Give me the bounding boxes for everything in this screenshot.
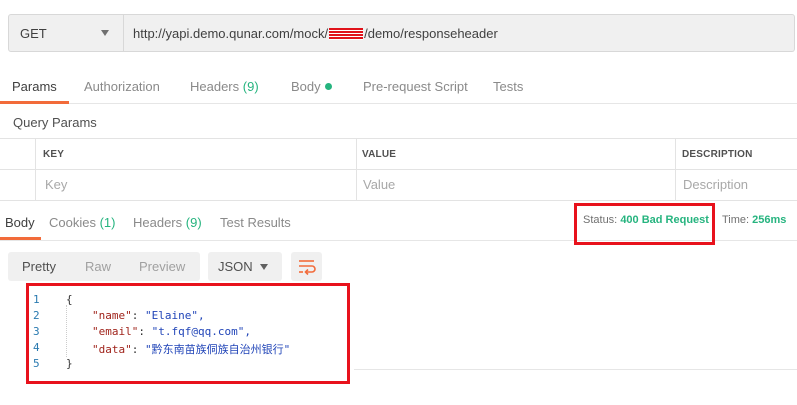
response-tab-cookies[interactable]: Cookies (1) (49, 215, 115, 230)
method-select[interactable]: GET (8, 14, 124, 52)
cookies-count: (1) (99, 215, 116, 230)
response-tab-headers-label: Headers (133, 215, 183, 230)
status-highlight-box (574, 203, 715, 245)
tab-headers-count: (9) (242, 79, 259, 94)
response-tab-test-results-label: Test Results (220, 215, 291, 230)
column-divider (675, 138, 676, 200)
url-input[interactable]: http://yapi.demo.qunar.com/mock/ /demo/re… (124, 14, 795, 52)
column-divider (356, 138, 357, 200)
params-table: KEY VALUE DESCRIPTION Key Value Descript… (0, 138, 797, 201)
active-tab-indicator (0, 101, 69, 104)
response-headers-count: (9) (185, 215, 202, 230)
chevron-down-icon (260, 264, 268, 270)
wrap-lines-button[interactable] (291, 252, 322, 281)
url-prefix: http://yapi.demo.qunar.com/mock/ (133, 25, 329, 41)
tab-tests[interactable]: Tests (493, 79, 523, 94)
table-row: Key Value Description (0, 170, 797, 201)
tab-headers-label: Headers (190, 79, 240, 94)
method-label: GET (20, 25, 47, 41)
tab-authorization[interactable]: Authorization (84, 79, 160, 94)
view-mode-group: Pretty Raw Preview (8, 252, 200, 281)
tab-headers[interactable]: Headers (9) (190, 79, 259, 94)
response-tab-test-results[interactable]: Test Results (220, 215, 291, 230)
tab-pre-request-label: Pre-request Script (363, 79, 468, 94)
table-header-row: KEY VALUE DESCRIPTION (0, 139, 797, 170)
response-tab-body-label: Body (5, 215, 35, 230)
preview-button[interactable]: Preview (139, 259, 185, 274)
description-input[interactable]: Description (683, 177, 748, 192)
tab-body-label: Body (291, 79, 321, 94)
key-input[interactable]: Key (45, 177, 67, 192)
response-tab-body[interactable]: Body (5, 215, 35, 230)
pretty-button[interactable]: Pretty (22, 259, 56, 274)
tab-tests-label: Tests (493, 79, 524, 94)
tab-pre-request-script[interactable]: Pre-request Script (363, 79, 468, 94)
query-params-title: Query Params (13, 115, 97, 130)
tab-params-label: Params (12, 79, 57, 94)
request-tabs: Params Authorization Headers (9) Body Pr… (0, 70, 797, 104)
format-label: JSON (218, 259, 253, 274)
tab-authorization-label: Authorization (84, 79, 160, 94)
wrap-lines-icon (299, 260, 316, 276)
response-tab-headers[interactable]: Headers (9) (133, 215, 202, 230)
time-readout: Time: 256ms (722, 214, 786, 226)
column-divider (35, 138, 36, 200)
body-highlight-box (26, 283, 350, 384)
divider (354, 369, 797, 370)
tab-body[interactable]: Body (291, 79, 332, 94)
url-suffix: /demo/responseheader (364, 25, 498, 41)
tab-params[interactable]: Params (12, 79, 57, 94)
response-tab-cookies-label: Cookies (49, 215, 96, 230)
redaction-mark (329, 28, 364, 40)
header-description: DESCRIPTION (682, 149, 753, 160)
time-value: 256ms (752, 214, 787, 226)
format-select[interactable]: JSON (208, 252, 282, 281)
chevron-down-icon (101, 30, 109, 36)
header-key: KEY (43, 149, 65, 160)
raw-button[interactable]: Raw (85, 259, 111, 274)
value-input[interactable]: Value (363, 177, 395, 192)
header-value: VALUE (362, 149, 397, 160)
time-label: Time: (722, 214, 750, 226)
modified-dot-icon (324, 83, 332, 90)
